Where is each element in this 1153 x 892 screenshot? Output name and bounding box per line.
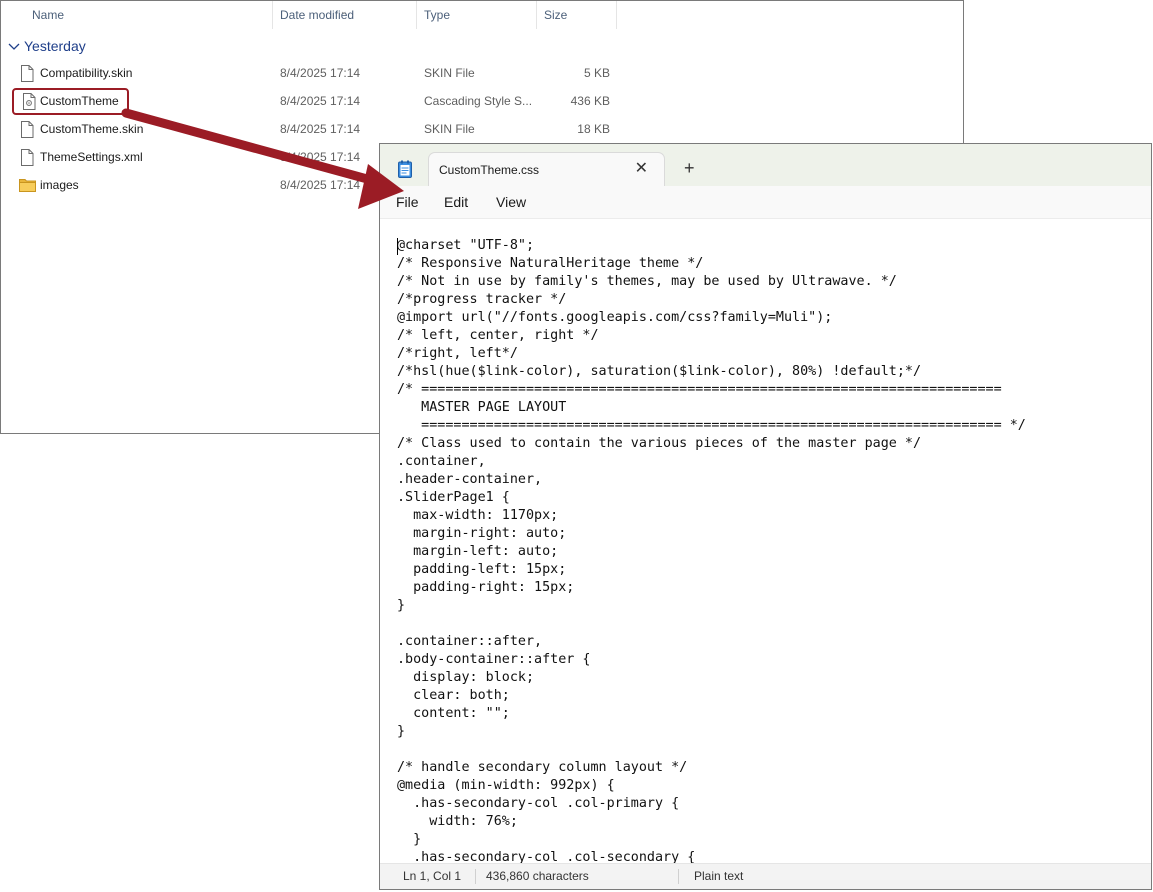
highlight-box <box>12 88 129 115</box>
column-header-date[interactable]: Date modified ⌄ <box>273 1 417 29</box>
file-icon <box>21 65 34 82</box>
text-editor[interactable]: @charset "UTF-8"; /* Responsive NaturalH… <box>380 218 1151 865</box>
title-bar: CustomTheme.css ✕ + <box>380 144 1151 186</box>
column-header-name-label: Name <box>32 8 65 22</box>
notepad-app-icon <box>398 160 412 178</box>
file-type: SKIN File <box>424 122 475 136</box>
file-date: 8/4/2025 17:14 <box>280 178 361 192</box>
file-date: 8/4/2025 17:14 <box>280 94 361 108</box>
group-label: Yesterday <box>24 38 86 54</box>
file-name: CustomTheme.skin <box>40 122 144 136</box>
file-row-customtheme-skin[interactable]: CustomTheme.skin 8/4/2025 17:14 SKIN Fil… <box>1 115 641 143</box>
notepad-window: CustomTheme.css ✕ + File Edit View @char… <box>379 143 1152 890</box>
menu-bar: File Edit View <box>380 186 1151 218</box>
file-date: 8/4/2025 17:14 <box>280 66 361 80</box>
editor-content: @charset "UTF-8"; /* Responsive NaturalH… <box>397 238 1026 865</box>
status-bar: Ln 1, Col 1 436,860 characters Plain tex… <box>380 863 1151 889</box>
chevron-down-icon <box>8 43 20 50</box>
file-row-compatibility-skin[interactable]: Compatibility.skin 8/4/2025 17:14 SKIN F… <box>1 59 641 87</box>
tab-customtheme-css[interactable]: CustomTheme.css ✕ <box>428 152 665 186</box>
file-date: 8/4/2025 17:14 <box>280 122 361 136</box>
column-header-size-label: Size <box>544 8 568 22</box>
close-tab-icon[interactable]: ✕ <box>635 153 648 185</box>
tab-title: CustomTheme.css <box>439 163 540 177</box>
file-date: 8/4/2025 17:14 <box>280 150 361 164</box>
menu-view[interactable]: View <box>496 186 526 218</box>
menu-edit[interactable]: Edit <box>444 186 468 218</box>
menu-file[interactable]: File <box>396 186 419 218</box>
file-type: SKIN File <box>424 66 475 80</box>
sort-caret-icon: ⌄ <box>340 6 348 16</box>
file-size: 5 KB <box>583 66 610 80</box>
column-header-type-label: Type <box>424 8 451 22</box>
column-header-name[interactable]: Name <box>1 1 273 29</box>
status-format: Plain text <box>694 869 744 883</box>
file-icon <box>21 149 34 166</box>
status-divider <box>475 869 476 884</box>
file-name: ThemeSettings.xml <box>40 150 143 164</box>
text-caret <box>397 238 398 255</box>
column-header-type[interactable]: Type <box>417 1 537 29</box>
column-header-size[interactable]: Size <box>537 1 617 29</box>
file-type: Cascading Style S... <box>424 94 533 108</box>
file-size: 436 KB <box>570 94 610 108</box>
new-tab-button[interactable]: + <box>684 158 695 178</box>
status-divider <box>678 869 679 884</box>
file-size: 18 KB <box>577 122 610 136</box>
status-character-count: 436,860 characters <box>486 869 589 883</box>
group-header-yesterday[interactable]: Yesterday <box>7 35 86 57</box>
file-icon <box>21 121 34 138</box>
file-name: images <box>40 178 79 192</box>
file-name: Compatibility.skin <box>40 66 133 80</box>
status-cursor-position: Ln 1, Col 1 <box>403 869 462 883</box>
folder-icon <box>19 179 36 192</box>
